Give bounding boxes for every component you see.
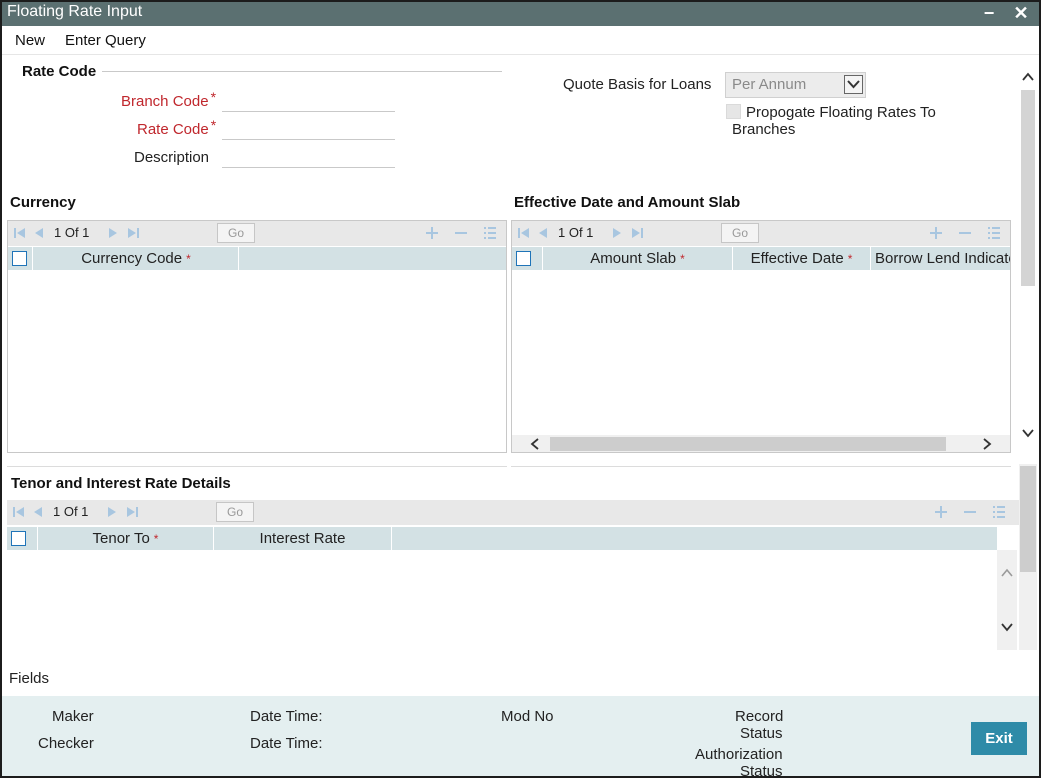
quote-basis-value: Per Annum [732,76,807,93]
description-label: Description [134,149,210,166]
branch-code-field[interactable] [222,90,395,112]
add-row-icon[interactable] [933,504,949,520]
single-view-icon[interactable] [482,225,498,241]
effective-page-indicator: 1 Of 1 [558,225,594,240]
maker-label: Maker [52,708,94,725]
last-page-icon[interactable] [630,226,644,240]
quote-basis-label: Quote Basis for Loans [563,76,712,93]
single-view-icon[interactable] [991,504,1007,520]
previous-page-icon[interactable] [536,226,550,240]
section-divider [7,466,507,467]
scroll-left-icon[interactable] [528,437,542,451]
currency-grid-header: Currency Code * [8,247,506,270]
fields-label[interactable]: Fields [9,670,49,687]
exit-button[interactable]: Exit [971,722,1027,755]
minimize-button[interactable]: − [978,2,1000,24]
quote-basis-select[interactable]: Per Annum [725,72,866,98]
effective-date-column[interactable]: Effective Date * [732,247,870,270]
scroll-down-icon[interactable] [1000,620,1014,634]
currency-pager: 1 Of 1 Go [8,221,506,246]
first-page-icon[interactable] [12,505,26,519]
rate-code-section-title: Rate Code [22,63,97,80]
tenor-section-title: Tenor and Interest Rate Details [11,475,231,492]
floating-rate-input-window: Floating Rate Input − ✕ New Enter Query … [0,0,1041,778]
description-field[interactable] [222,146,395,168]
tenor-grid: 1 Of 1 Go Tenor To * Interest Rate [7,500,1019,652]
checker-date-time-label: Date Time: [250,735,323,752]
add-row-icon[interactable] [424,225,440,241]
tenor-go-button[interactable]: Go [216,502,254,522]
currency-page-indicator: 1 Of 1 [54,225,90,240]
menu-bar: New Enter Query [2,26,1039,55]
scroll-right-icon[interactable] [980,437,994,451]
select-all-checkbox[interactable] [12,251,27,266]
record-status-label-line2: Status [740,725,783,742]
first-page-icon[interactable] [13,226,27,240]
scroll-up-icon[interactable] [1000,566,1014,580]
main-vertical-scrollbar[interactable] [1019,64,1037,446]
delete-row-icon[interactable] [453,225,469,241]
last-page-icon[interactable] [126,226,140,240]
add-row-icon[interactable] [928,225,944,241]
interest-rate-column[interactable]: Interest Rate [213,527,391,550]
scrollbar-thumb[interactable] [1021,90,1035,286]
scrollbar-thumb[interactable] [1020,466,1036,572]
first-page-icon[interactable] [517,226,531,240]
record-status-label-line1: Record [735,708,784,725]
effective-horizontal-scrollbar[interactable] [512,435,1010,452]
scroll-up-icon[interactable] [1021,70,1035,84]
propagate-label-line2: Branches [732,121,796,138]
lower-vertical-scrollbar[interactable] [1019,464,1037,650]
effective-go-button[interactable]: Go [721,223,759,243]
section-divider [102,71,502,72]
chevron-down-icon[interactable] [844,75,863,94]
select-all-checkbox[interactable] [11,531,26,546]
propagate-checkbox[interactable] [726,104,741,119]
next-page-icon[interactable] [610,226,624,240]
branch-code-label: Branch Code * [121,89,217,110]
horizontal-scrollbar-thumb[interactable] [550,437,946,451]
window-title: Floating Rate Input [7,3,143,20]
select-all-checkbox[interactable] [516,251,531,266]
tenor-empty-column [391,527,997,550]
amount-slab-column[interactable]: Amount Slab * [542,247,732,270]
authorization-status-label-line1: Authorization [695,746,783,763]
propagate-label-line1: Propogate Floating Rates To [746,104,936,121]
scroll-down-icon[interactable] [1021,426,1035,440]
effective-pager: 1 Of 1 Go [512,221,1010,246]
currency-grid: 1 Of 1 Go Currency Code * [7,220,507,453]
currency-empty-column [238,247,506,270]
close-button[interactable]: ✕ [1010,2,1032,24]
effective-grid-header: Amount Slab * Effective Date * Borrow Lend… [512,247,1010,270]
effective-section-title: Effective Date and Amount Slab [514,194,741,211]
tenor-grid-header: Tenor To * Interest Rate [7,527,997,550]
rate-code-field[interactable] [222,118,395,140]
previous-page-icon[interactable] [31,505,45,519]
delete-row-icon[interactable] [957,225,973,241]
next-page-icon[interactable] [106,226,120,240]
delete-row-icon[interactable] [962,504,978,520]
tenor-page-indicator: 1 Of 1 [53,504,89,519]
borrow-lend-indicator-column[interactable]: Borrow Lend Indicato [870,247,1010,270]
section-divider [511,466,1011,467]
previous-page-icon[interactable] [32,226,46,240]
currency-section-title: Currency [10,194,76,211]
authorization-status-label-line2: Status [740,763,783,778]
maker-date-time-label: Date Time: [250,708,323,725]
checker-label: Checker [38,735,94,752]
menu-enter-query[interactable]: Enter Query [65,32,146,49]
next-page-icon[interactable] [105,505,119,519]
last-page-icon[interactable] [125,505,139,519]
menu-new[interactable]: New [15,32,45,49]
rate-code-label: Rate Code * [137,117,217,138]
tenor-pager: 1 Of 1 Go [7,500,1019,525]
mod-no-label: Mod No [501,708,554,725]
title-bar: Floating Rate Input − ✕ [2,2,1039,26]
currency-go-button[interactable]: Go [217,223,255,243]
tenor-vertical-scrollbar[interactable] [997,550,1017,650]
tenor-to-column[interactable]: Tenor To * [37,527,213,550]
effective-grid: 1 Of 1 Go Amount Slab * Effective Date * B… [511,220,1011,453]
currency-code-column[interactable]: Currency Code * [32,247,239,270]
single-view-icon[interactable] [986,225,1002,241]
